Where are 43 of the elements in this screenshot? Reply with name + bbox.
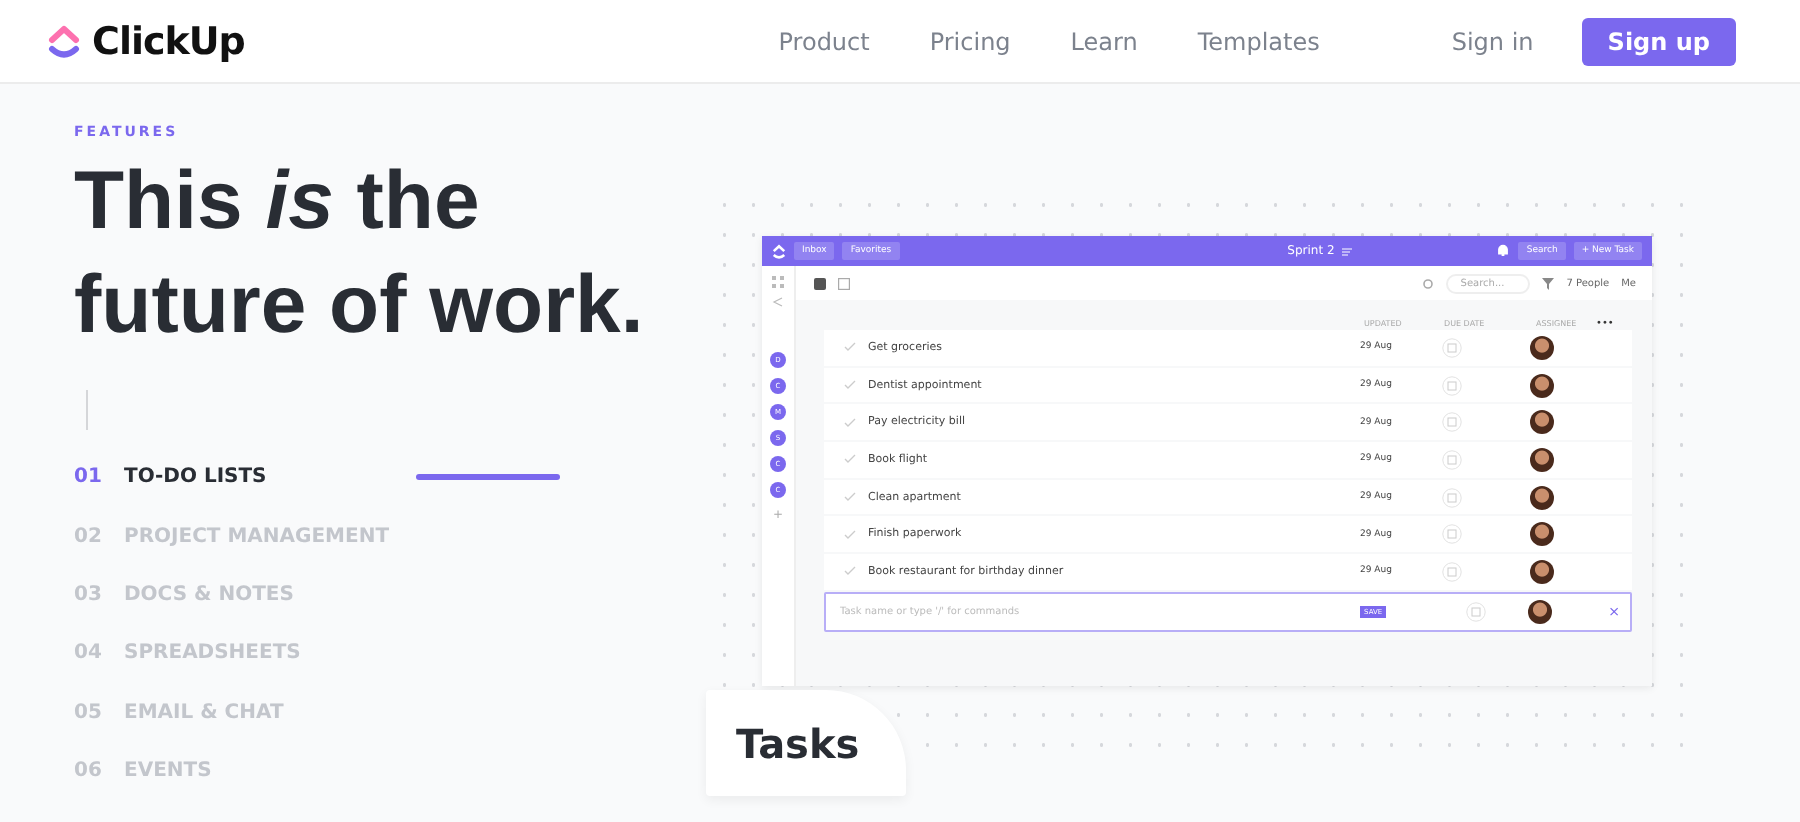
assignee-avatar (1530, 373, 1554, 398)
assignee-avatar (1528, 599, 1553, 624)
check-icon[interactable] (844, 566, 856, 577)
calendar-icon[interactable] (1442, 524, 1462, 545)
settings-icon[interactable] (1422, 277, 1435, 289)
nav-link[interactable]: Templates (1197, 27, 1320, 55)
list-icon (1342, 247, 1353, 255)
filter-icon[interactable] (1542, 277, 1555, 289)
assignee-avatar (1530, 447, 1554, 472)
assignee-avatar (1530, 485, 1554, 510)
calendar-icon[interactable] (1442, 449, 1462, 470)
check-icon[interactable] (844, 529, 856, 540)
sign-up-button[interactable]: Sign up (1581, 17, 1736, 65)
assignee-avatar (1530, 335, 1554, 360)
feature-tab[interactable]: 01 TO-DO LISTS (74, 448, 660, 507)
check-icon[interactable] (844, 342, 856, 353)
check-icon[interactable] (844, 417, 856, 428)
nav-link[interactable]: Learn (1070, 27, 1138, 55)
check-icon[interactable] (844, 380, 856, 391)
calendar-icon[interactable] (1442, 337, 1462, 358)
grid-icon[interactable] (772, 276, 784, 288)
calendar-icon[interactable] (1466, 601, 1487, 622)
nav-link[interactable]: Pricing (929, 27, 1011, 55)
calendar-icon[interactable] (1442, 412, 1462, 433)
board-view-icon[interactable] (838, 277, 850, 289)
share-icon[interactable] (772, 296, 784, 308)
logo-text[interactable]: ClickUp (92, 19, 245, 63)
check-icon[interactable] (844, 454, 856, 465)
nav-link[interactable]: Product (778, 27, 870, 55)
assignee-avatar (1530, 522, 1554, 547)
calendar-icon[interactable] (1442, 487, 1462, 508)
logo-icon (772, 243, 786, 259)
bell-icon[interactable] (1496, 244, 1511, 258)
assignee-avatar (1530, 559, 1554, 584)
sign-in-link[interactable]: Sign in (1451, 27, 1534, 55)
logo-icon (48, 23, 80, 59)
assignee-avatar (1530, 410, 1554, 435)
check-icon[interactable] (844, 492, 856, 503)
calendar-icon[interactable] (1442, 561, 1462, 582)
hero-heading: This is the future of work. (74, 152, 646, 354)
calendar-icon[interactable] (1442, 375, 1462, 396)
feature-badge: Tasks (706, 690, 906, 796)
list-view-icon[interactable] (814, 277, 826, 289)
